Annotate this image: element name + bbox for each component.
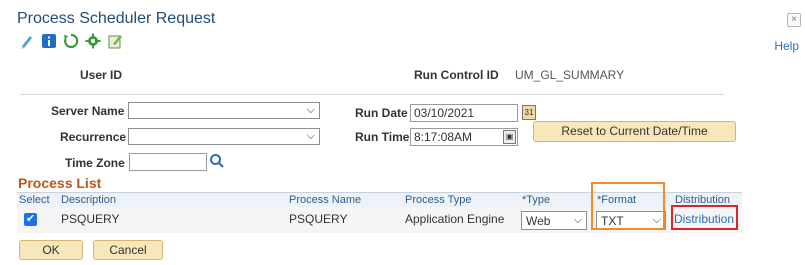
recurrence-label: Recurrence — [60, 130, 127, 144]
help-link[interactable]: Help — [774, 39, 799, 53]
time-zone-label: Time Zone — [65, 156, 125, 170]
run-date-input[interactable] — [410, 104, 518, 122]
run-date-label: Run Date — [355, 106, 408, 120]
column-select: Select — [19, 194, 50, 206]
ok-button[interactable]: OK — [19, 240, 83, 260]
column-description: Description — [61, 194, 117, 206]
clock-icon[interactable]: ▣ — [503, 130, 516, 144]
time-zone-input[interactable] — [129, 153, 207, 171]
format-highlight-box — [591, 182, 665, 230]
run-time-input[interactable] — [410, 128, 518, 146]
header-divider — [20, 94, 724, 95]
settings-icon[interactable] — [85, 33, 101, 49]
search-icon[interactable] — [209, 153, 225, 169]
spellcheck-icon[interactable] — [19, 33, 35, 49]
notepad-icon[interactable] — [107, 33, 123, 49]
process-list-title: Process List — [18, 175, 102, 191]
run-control-id-value: UM_GL_SUMMARY — [515, 68, 625, 82]
type-select[interactable]: Web ⌵ — [521, 211, 587, 230]
chevron-down-icon: ⌵ — [306, 104, 315, 116]
calendar-icon[interactable]: 31 — [522, 105, 536, 120]
server-name-select[interactable]: ⌵ — [128, 102, 320, 119]
run-control-id-label: Run Control ID — [414, 68, 499, 82]
cancel-button[interactable]: Cancel — [93, 240, 163, 260]
row-description: PSQUERY — [61, 212, 120, 226]
reset-datetime-button[interactable]: Reset to Current Date/Time — [533, 121, 736, 142]
chevron-down-icon: ⌵ — [573, 214, 582, 226]
type-value: Web — [526, 214, 551, 228]
recurrence-select[interactable]: ⌵ — [128, 128, 320, 145]
column-type: *Type — [522, 194, 551, 206]
user-id-label: User ID — [80, 68, 123, 82]
chevron-down-icon: ⌵ — [306, 130, 315, 142]
column-process-type: Process Type — [405, 194, 472, 206]
run-time-label: Run Time — [355, 130, 410, 144]
select-checkbox[interactable]: ✔ — [24, 213, 37, 226]
refresh-icon[interactable] — [63, 33, 79, 49]
distribution-highlight-box — [671, 205, 738, 230]
column-process-name: Process Name — [289, 194, 362, 206]
row-process-name: PSQUERY — [289, 212, 348, 226]
server-name-label: Server Name — [51, 104, 125, 118]
close-icon[interactable]: × — [787, 13, 801, 27]
row-process-type: Application Engine — [405, 212, 505, 226]
info-icon[interactable] — [41, 33, 57, 49]
dialog-title: Process Scheduler Request — [17, 10, 216, 27]
